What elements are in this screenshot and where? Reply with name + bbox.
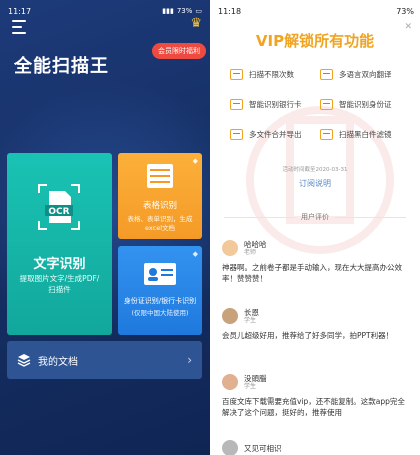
reviewer-name: 又见可相识	[244, 443, 282, 453]
feature-item: 扫描黑白件滤镜	[320, 126, 410, 142]
translate-icon	[320, 68, 333, 80]
reviewer-role: 学生	[244, 316, 257, 324]
id-card-recognition-desc: (仅限中国大陆使用)	[131, 309, 189, 317]
table-recognition-card[interactable]: ◆ 表格识别 表格、表单识别，生成excel文档	[118, 153, 202, 239]
text-recognition-card[interactable]: OCR 文字识别 提取图片文字/生成PDF/扫描件	[7, 153, 112, 335]
vip-title: VIP解锁所有功能	[255, 32, 375, 50]
premium-gem-icon: ◆	[192, 157, 198, 165]
table-recognition-title: 表格识别	[142, 201, 177, 211]
id-card-icon	[144, 263, 176, 285]
table-recognition-desc: 表格、表单识别，生成excel文档	[127, 215, 193, 232]
reviewer-role: 老师	[244, 248, 257, 256]
status-bar: 11:18 73%	[218, 4, 414, 18]
battery-level: 73%	[396, 6, 414, 16]
reviewer-role: 学生	[244, 382, 257, 390]
feature-item: 多语言双向翻译	[320, 66, 410, 82]
reviews-heading: 用户评价	[224, 212, 406, 222]
review-item: 长恩 学生 会员儿超级好用，推荐给了好多同学，拍PPT利器！	[222, 306, 412, 341]
vip-screen: 11:18 73% ✕ VIP解锁所有功能 扫描不限次数 多语言双向翻译 智能识…	[210, 0, 420, 455]
menu-icon[interactable]	[12, 20, 26, 38]
idcard-icon	[320, 98, 333, 110]
id-card-recognition-title: 身份证识别/银行卡识别	[123, 297, 197, 305]
reviews-heading-label: 用户评价	[301, 213, 329, 221]
my-documents-label: 我的文档	[38, 356, 78, 368]
feature-label: 多语言双向翻译	[339, 69, 392, 79]
reviewer-name: 没頭腦	[244, 373, 267, 383]
text-recognition-title: 文字识别	[33, 257, 86, 272]
avatar	[222, 440, 238, 455]
review-item: 哈哈哈 老师 神器啊。之前卷子都是手动输入，现在大大提高办公效率！赞赞赞！	[222, 238, 412, 284]
premium-gem-icon: ◆	[192, 250, 198, 258]
feature-label: 多文件合并导出	[249, 129, 302, 139]
bankcard-icon	[230, 98, 243, 110]
layers-icon	[17, 354, 31, 367]
feature-label: 智能识别银行卡	[249, 99, 302, 109]
feature-list: 扫描不限次数 多语言双向翻译 智能识别银行卡 智能识别身份证 多文件合并导出 扫…	[230, 66, 414, 142]
id-card-recognition-card[interactable]: ◆ 身份证识别/银行卡识别 (仅限中国大陆使用)	[118, 246, 202, 335]
feature-item: 多文件合并导出	[230, 126, 320, 142]
battery-icon: ▭	[195, 7, 202, 15]
feature-label: 扫描不限次数	[249, 69, 294, 79]
battery-level: 73%	[176, 7, 193, 15]
review-text: 神器啊。之前卷子都是手动输入，现在大大提高办公效率！赞赞赞！	[222, 263, 402, 283]
avatar	[222, 240, 238, 256]
avatar	[222, 308, 238, 324]
reviewer-name: 长恩	[244, 307, 259, 317]
scan-icon	[230, 68, 243, 80]
review-item: 没頭腦 学生 百度文库下载需要充值vip，还不能复制。这款app完全解决了这个问题…	[222, 372, 412, 418]
status-icons: ▮▮▮ 73% ▭	[162, 7, 202, 15]
home-screen: 11:17 ▮▮▮ 73% ▭ ♛ 会员限时福利 全能扫描王 OCR 文字识别 …	[0, 0, 210, 455]
subscription-info-link[interactable]: 订阅说明	[210, 178, 420, 189]
feature-label: 扫描黑白件滤镜	[339, 129, 392, 139]
filter-icon	[320, 128, 333, 140]
avatar	[222, 374, 238, 390]
my-documents-button[interactable]: 我的文档 ›	[7, 341, 202, 379]
feature-item: 智能识别银行卡	[230, 96, 320, 112]
ocr-badge: OCR	[48, 207, 69, 217]
status-time: 11:18	[218, 6, 242, 16]
crown-icon[interactable]: ♛	[190, 16, 202, 31]
feature-label: 智能识别身份证	[339, 99, 392, 109]
member-promo-badge[interactable]: 会员限时福利	[152, 43, 206, 59]
review-text: 会员儿超级好用，推荐给了好多同学，拍PPT利器！	[222, 331, 394, 340]
merge-icon	[230, 128, 243, 140]
review-text: 百度文库下载需要充值vip，还不能复制。这款app完全解决了这个问题，挺好的，推…	[222, 397, 405, 417]
table-icon	[147, 164, 173, 188]
feature-item: 智能识别身份证	[320, 96, 410, 112]
chevron-right-icon: ›	[187, 353, 192, 367]
app-title: 全能扫描王	[14, 56, 109, 77]
feature-item: 扫描不限次数	[230, 66, 320, 82]
review-item: 又见可相识	[222, 438, 412, 455]
text-recognition-desc: 提取图片文字/生成PDF/扫描件	[19, 274, 100, 294]
promo-validity: 活动时间截至2020-03-31	[282, 167, 348, 173]
signal-icon: ▮▮▮	[162, 7, 174, 15]
status-bar: 11:17 ▮▮▮ 73% ▭	[8, 4, 202, 18]
status-time: 11:17	[8, 6, 32, 16]
ocr-document-icon: OCR	[38, 184, 80, 230]
reviewer-name: 哈哈哈	[244, 239, 267, 249]
